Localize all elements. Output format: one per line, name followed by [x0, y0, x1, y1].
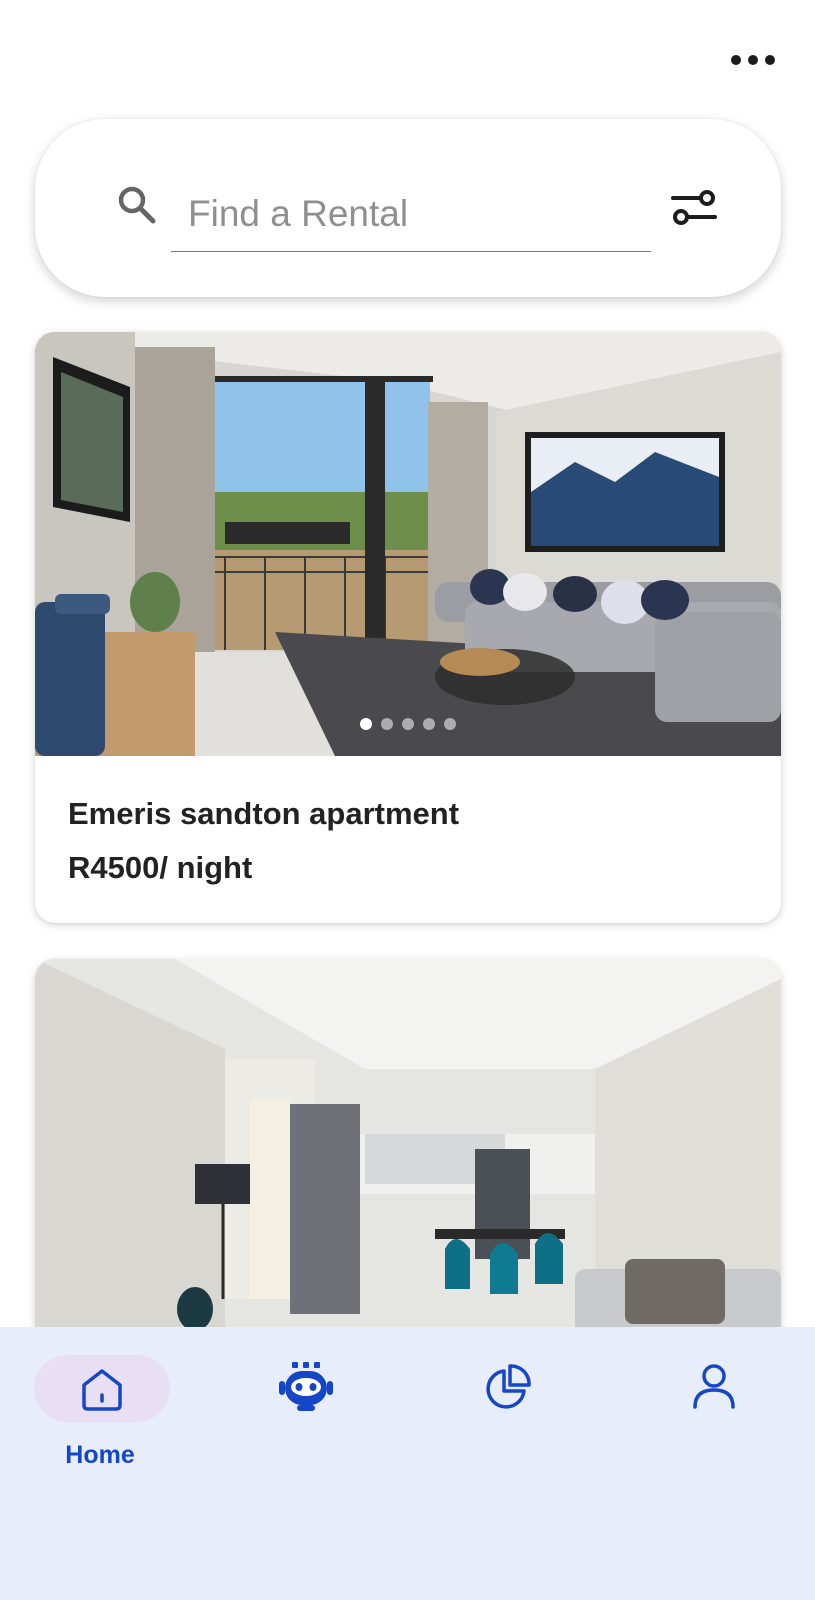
menu-dot — [748, 55, 758, 65]
menu-dot — [765, 55, 775, 65]
user-icon — [693, 1364, 735, 1409]
nav-item-stats[interactable] — [410, 1327, 610, 1487]
nav-item-assistant[interactable] — [205, 1327, 405, 1487]
carousel-dot[interactable] — [444, 718, 456, 730]
robot-icon — [279, 1362, 333, 1411]
carousel-indicator — [360, 718, 456, 730]
menu-dot — [731, 55, 741, 65]
bottom-navigation-bar: Home — [0, 1327, 815, 1600]
listing-photo[interactable] — [35, 332, 781, 756]
listing-card[interactable]: Emeris sandton apartment R4500/ night — [35, 332, 781, 923]
more-options-icon[interactable] — [731, 50, 775, 70]
nav-item-profile[interactable] — [612, 1327, 812, 1487]
carousel-dot[interactable] — [360, 718, 372, 730]
search-icon[interactable] — [115, 183, 157, 225]
listing-card[interactable] — [35, 959, 781, 1359]
home-icon — [82, 1369, 122, 1411]
listing-price: R4500/ night — [68, 850, 253, 885]
nav-item-home[interactable]: Home — [0, 1327, 200, 1487]
nav-label-home: Home — [65, 1441, 135, 1469]
search-input[interactable] — [171, 176, 651, 252]
filter-sliders-icon[interactable] — [670, 188, 718, 228]
carousel-dot[interactable] — [402, 718, 414, 730]
listing-photo[interactable] — [35, 959, 781, 1359]
listing-title: Emeris sandton apartment — [68, 796, 460, 831]
carousel-dot[interactable] — [423, 718, 435, 730]
pie-chart-icon — [486, 1364, 531, 1409]
carousel-dot[interactable] — [381, 718, 393, 730]
